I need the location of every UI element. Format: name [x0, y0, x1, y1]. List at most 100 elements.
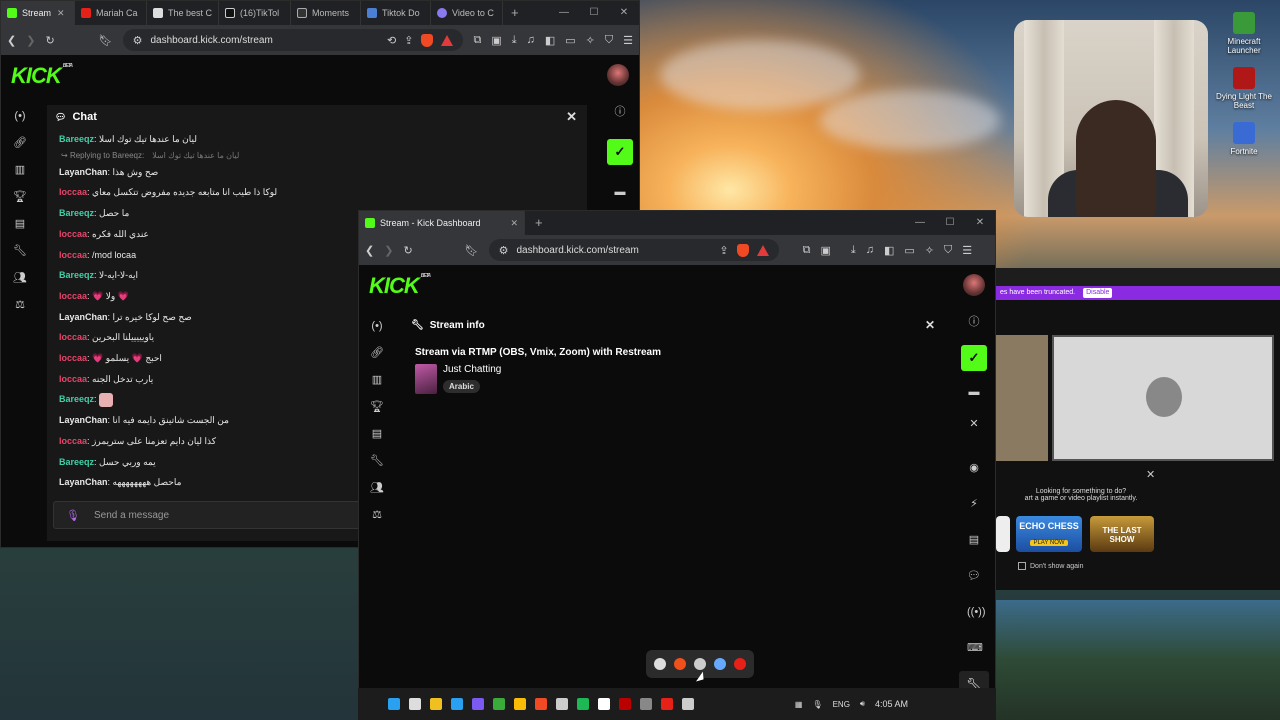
tab-stream-kick-dashboard[interactable]: Stream - Kick Dashboard ✕ — [359, 211, 525, 235]
users-icon[interactable]: 👥︎ — [13, 271, 27, 285]
share-icon[interactable]: ⇪ — [719, 244, 728, 257]
link-icon[interactable]: 🔗︎ — [13, 136, 27, 150]
kick-logo[interactable]: KICK BETA — [369, 273, 431, 299]
category-thumbnail[interactable] — [415, 364, 437, 394]
vpn-icon[interactable]: ⛉ — [944, 244, 952, 257]
back-icon[interactable]: ❮ — [365, 244, 374, 257]
sidebar-icon[interactable]: ◧ — [884, 244, 894, 257]
chat-username[interactable]: LayanChan — [59, 477, 108, 487]
close-icon[interactable]: ✕ — [1146, 468, 1155, 481]
obs-icon[interactable] — [556, 698, 568, 710]
clock[interactable]: 4:05 AM — [875, 699, 908, 709]
checkbox[interactable] — [1018, 562, 1026, 570]
url-text[interactable]: dashboard.kick.com/stream — [517, 245, 639, 256]
chat-username[interactable]: LayanChan — [59, 415, 108, 425]
tab-video-to[interactable]: Video to C — [431, 1, 503, 25]
tab-mariah[interactable]: Mariah Ca — [75, 1, 147, 25]
chat-username[interactable]: Bareeqz — [59, 134, 94, 144]
wallet-icon[interactable]: ▭ — [565, 34, 575, 47]
address-bar[interactable]: ⚙︎ dashboard.kick.com/stream ⟲ ⇪ — [122, 29, 464, 51]
discord-icon[interactable] — [472, 698, 484, 710]
menu-icon[interactable]: ☰ — [962, 244, 972, 257]
forward-icon[interactable]: ❯ — [26, 34, 35, 47]
layout-icon[interactable]: ▤ — [13, 217, 27, 231]
history-icon[interactable]: ⟲ — [387, 34, 396, 47]
avatar[interactable] — [963, 274, 985, 296]
chat-username[interactable]: loccaa — [59, 436, 87, 446]
chrome-icon[interactable] — [514, 698, 526, 710]
avatar[interactable] — [607, 64, 629, 86]
preview-tile-selected[interactable] — [1052, 335, 1274, 461]
dont-show-again[interactable]: Don't show again — [1018, 562, 1083, 570]
minimize-icon[interactable]: — — [549, 1, 579, 25]
stream-status-check[interactable]: ✓ — [961, 345, 987, 371]
chat-username[interactable]: loccaa — [59, 250, 87, 260]
leo-icon[interactable]: ✧ — [586, 34, 595, 47]
back-icon[interactable]: ❮ — [7, 34, 16, 47]
forward-icon[interactable]: ❯ — [384, 244, 393, 257]
network-icon[interactable]: ▦ — [795, 700, 803, 709]
chat-username[interactable]: loccaa — [59, 229, 87, 239]
close-stream-info-icon[interactable]: ✕ — [925, 318, 935, 332]
analytics-icon[interactable]: ▥ — [13, 163, 27, 177]
address-bar[interactable]: ⚙︎ dashboard.kick.com/stream ⇪ — [488, 239, 779, 261]
origin-icon[interactable] — [674, 658, 686, 670]
close-window-icon[interactable]: ✕ — [965, 211, 995, 235]
sidebar-icon[interactable]: ◧ — [545, 34, 555, 47]
spotify-icon[interactable] — [577, 698, 589, 710]
game-card[interactable] — [996, 516, 1010, 552]
trophy-icon[interactable]: 🏆︎ — [370, 400, 384, 414]
camera-icon[interactable]: ◉ — [967, 461, 981, 475]
kick-logo[interactable]: KICK BETA — [11, 63, 73, 89]
minimize-icon[interactable]: — — [905, 211, 935, 235]
desktop-icon-dying-light[interactable]: Dying Light The Beast — [1214, 67, 1274, 110]
language-indicator[interactable]: ENG — [833, 700, 850, 709]
desktop-icon-fortnite[interactable]: Fortnite — [1214, 122, 1274, 156]
youtube-icon[interactable] — [661, 698, 673, 710]
trophy-icon[interactable]: 🏆︎ — [13, 190, 27, 204]
notes-icon[interactable]: ▤ — [967, 533, 981, 547]
download-icon[interactable]: ⤓ — [851, 244, 856, 257]
link-icon[interactable]: 🔗︎ — [370, 346, 384, 360]
chat-username[interactable]: loccaa — [59, 291, 87, 301]
epic-games-icon[interactable] — [654, 658, 666, 670]
chat-icon[interactable]: 💬︎ — [967, 569, 981, 583]
tab-moments[interactable]: Moments — [291, 1, 361, 25]
brave-icon[interactable] — [535, 698, 547, 710]
close-tab-icon[interactable]: ✕ — [510, 218, 518, 229]
game-card-last-show[interactable]: THE LAST SHOW — [1090, 516, 1154, 552]
edge-icon[interactable] — [451, 698, 463, 710]
url-text[interactable]: dashboard.kick.com/stream — [151, 35, 273, 46]
analytics-icon[interactable]: ▥ — [370, 373, 384, 387]
site-info-icon[interactable]: ⚙︎ — [499, 244, 509, 257]
brave-rewards-icon[interactable] — [756, 244, 769, 256]
tab-best[interactable]: The best C — [147, 1, 219, 25]
brave-shield-icon[interactable] — [736, 243, 749, 257]
more-icon[interactable] — [682, 698, 694, 710]
broadcast-icon[interactable]: ((•)) — [967, 605, 986, 619]
extensions-icon[interactable]: ⧉ — [803, 244, 811, 257]
category-name[interactable]: Just Chatting — [443, 364, 501, 375]
task-view-icon[interactable] — [409, 698, 421, 710]
layout-toggle-icon[interactable]: ▬ — [967, 385, 981, 399]
reload-icon[interactable]: ↻ — [403, 244, 412, 257]
site-info-icon[interactable]: ⚙︎ — [133, 34, 143, 47]
close-window-icon[interactable]: ✕ — [609, 1, 639, 25]
screenshot-icon[interactable]: ▣ — [491, 34, 501, 47]
steam-icon[interactable] — [714, 658, 726, 670]
moderation-icon[interactable]: ⚖︎ — [13, 298, 27, 312]
youtube-icon[interactable] — [734, 658, 746, 670]
broadcast-icon[interactable]: (•) — [370, 319, 384, 333]
wrench-icon[interactable]: 🔧︎ — [370, 454, 384, 468]
message-input[interactable]: 🎙︎ Send a message — [53, 501, 373, 529]
extensions-icon[interactable]: ⧉ — [473, 34, 481, 47]
chat-username[interactable]: Bareeqz — [59, 457, 94, 467]
close-panel-icon[interactable]: ✕ — [967, 417, 981, 431]
screenshot-icon[interactable]: ▣ — [820, 244, 830, 257]
new-tab-button[interactable]: + — [503, 1, 527, 25]
kick-app-icon[interactable] — [619, 698, 631, 710]
stream-status-check[interactable]: ✓ — [607, 139, 633, 165]
moderation-icon[interactable]: ⚖︎ — [370, 508, 384, 522]
brave-shield-icon[interactable] — [421, 33, 434, 47]
disable-button[interactable]: Disable — [1083, 288, 1113, 298]
